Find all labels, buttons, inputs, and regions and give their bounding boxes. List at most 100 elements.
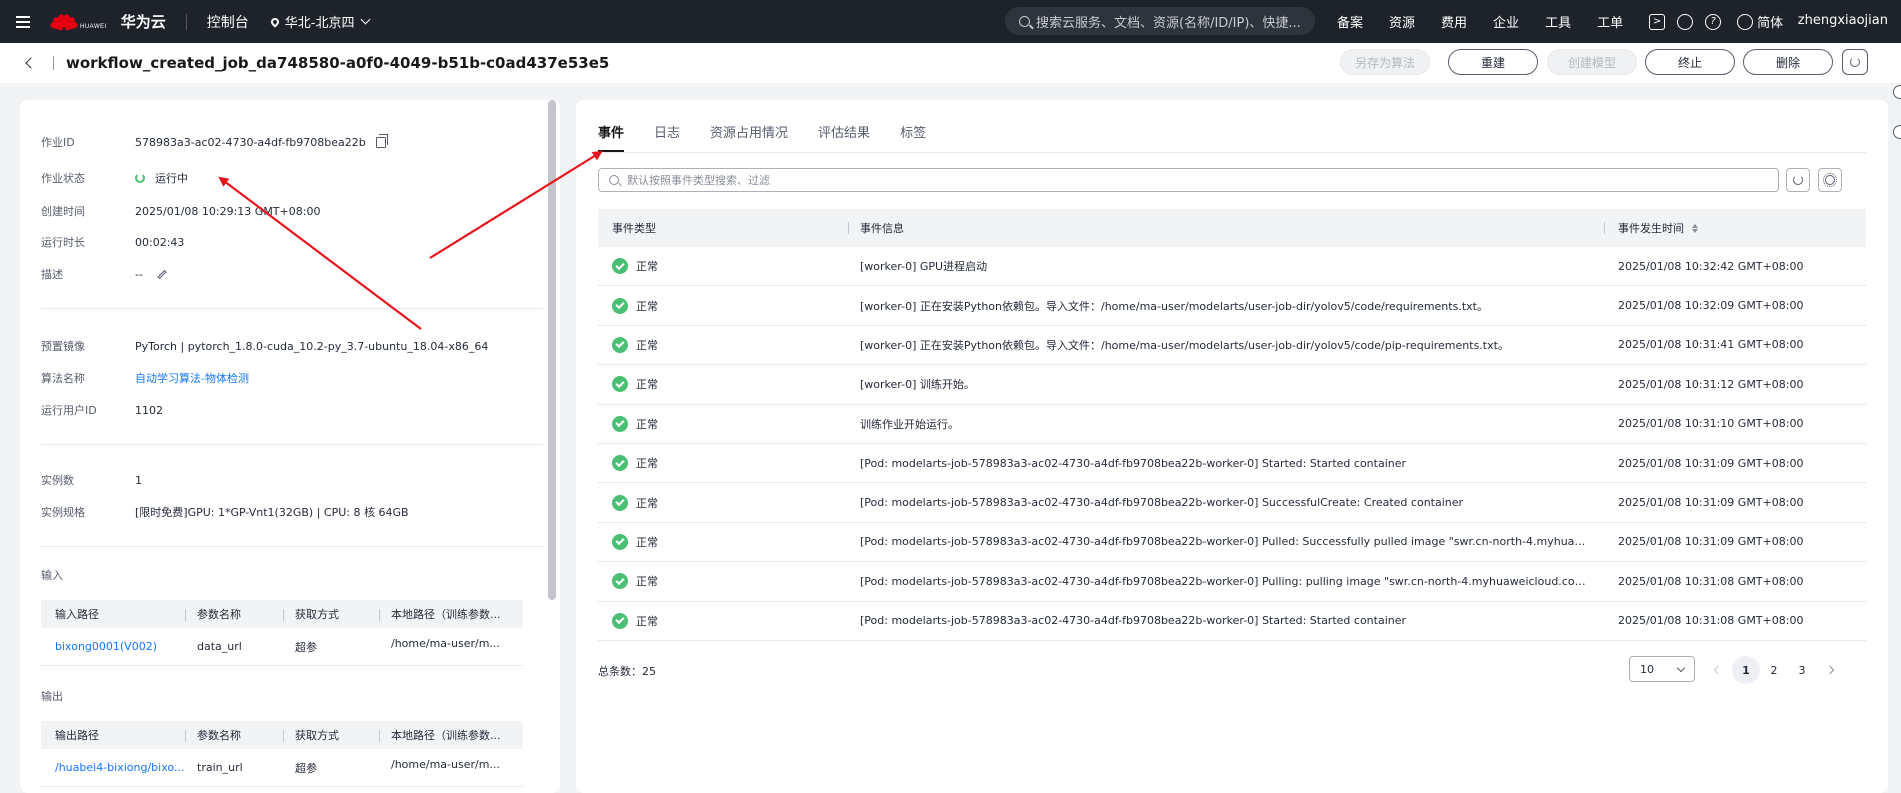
console-link[interactable]: 控制台 xyxy=(207,12,249,32)
sort-icon[interactable] xyxy=(1692,223,1698,233)
top-link-billing[interactable]: 费用 xyxy=(1441,12,1467,31)
float-feedback-icon[interactable] xyxy=(1893,125,1901,139)
delete-button[interactable]: 删除 xyxy=(1743,49,1833,75)
algorithm-link[interactable]: 自动学习算法-物体检测 xyxy=(135,370,249,386)
table-row: 正常 [worker-0] 正在安装Python依赖包。导入文件：/home/ma… xyxy=(598,286,1866,326)
event-type-label: 正常 xyxy=(636,575,658,589)
event-info-cell: [Pod: modelarts-job-578983a3-ac02-4730-a… xyxy=(860,496,1464,510)
table-cell: /home/ma-user/m... xyxy=(391,758,500,771)
event-type-label: 正常 xyxy=(636,535,658,549)
column-header: 本地路径（训练参数... xyxy=(379,727,523,743)
tab-underline xyxy=(598,152,1866,153)
global-search-input[interactable]: 搜索云服务、文档、资源(名称/ID/IP)、快捷... xyxy=(1005,7,1315,35)
refresh-icon xyxy=(1793,175,1803,185)
success-check-icon xyxy=(612,415,628,432)
tab-tags[interactable]: 标签 xyxy=(900,122,926,150)
event-type-cell: 正常 xyxy=(598,612,848,629)
search-icon xyxy=(609,175,619,185)
output-section-title: 输出 xyxy=(41,690,63,703)
event-info-cell: [worker-0] 训练开始。 xyxy=(860,378,975,392)
gear-icon xyxy=(1823,173,1837,187)
details-scrollbar[interactable] xyxy=(548,100,556,600)
next-page-button[interactable] xyxy=(1816,656,1844,684)
spec-value: [限时免费]GPU: 1*GP-Vnt1(32GB) | CPU: 8 核 64… xyxy=(135,506,409,519)
tab-evaluation[interactable]: 评估结果 xyxy=(818,122,870,150)
job-status-label: 作业状态 xyxy=(41,172,85,185)
event-info-cell: [Pod: modelarts-job-578983a3-ac02-4730-a… xyxy=(860,535,1604,549)
user-id-row: 运行用户ID 1102 xyxy=(41,402,163,418)
description-label: 描述 xyxy=(41,268,63,281)
rebuild-button[interactable]: 重建 xyxy=(1448,49,1538,75)
output-path-link[interactable]: /huabei4-bixiong/bixo... xyxy=(41,761,185,774)
float-help-icon[interactable] xyxy=(1893,85,1901,99)
edit-icon[interactable] xyxy=(157,269,167,279)
tab-events[interactable]: 事件 xyxy=(598,122,625,152)
section-divider xyxy=(41,308,543,309)
save-as-algorithm-button[interactable]: 另存为算法 xyxy=(1340,49,1430,75)
event-rows: 正常 [worker-0] GPU进程启动 2025/01/08 10:32:42 … xyxy=(598,247,1866,641)
top-link-enterprise[interactable]: 企业 xyxy=(1493,12,1519,31)
event-type-cell: 正常 xyxy=(598,573,848,590)
page-button-2[interactable]: 2 xyxy=(1760,656,1788,684)
stop-button[interactable]: 终止 xyxy=(1645,49,1735,75)
huawei-logo[interactable]: HUAWEI 华为云 xyxy=(49,11,166,32)
table-cell: train_url xyxy=(197,761,243,774)
success-check-icon xyxy=(612,376,628,393)
table-header: 输出路径 参数名称 获取方式 本地路径（训练参数... xyxy=(41,721,523,749)
event-type-label: 正常 xyxy=(636,299,658,313)
event-search-input[interactable]: 默认按照事件类型搜索、过滤 xyxy=(598,168,1779,192)
brand-small-text: HUAWEI xyxy=(80,23,107,30)
top-link-tools[interactable]: 工具 xyxy=(1545,12,1571,31)
copy-icon[interactable] xyxy=(375,133,388,148)
back-arrow-icon[interactable] xyxy=(25,57,37,69)
events-refresh-button[interactable] xyxy=(1786,168,1810,192)
top-nav: HUAWEI 华为云 控制台 华北-北京四 搜索云服务、文档、资源(名称/ID/… xyxy=(0,0,1901,43)
chevron-right-icon xyxy=(1825,665,1835,675)
success-check-icon xyxy=(612,258,628,275)
page-button-3[interactable]: 3 xyxy=(1788,656,1816,684)
column-header: 获取方式 xyxy=(283,727,379,743)
region-selector[interactable]: 华北-北京四 xyxy=(269,12,370,31)
help-icon[interactable]: ? xyxy=(1705,13,1722,30)
table-row: 正常 训练作业开始运行。 2025/01/08 10:31:10 GMT+08:00 xyxy=(598,405,1866,444)
description-value: -- xyxy=(135,267,143,281)
job-id-label: 作业ID xyxy=(41,136,75,149)
table-settings-button[interactable] xyxy=(1818,168,1842,192)
event-time-cell: 2025/01/08 10:31:09 GMT+08:00 xyxy=(1618,535,1804,549)
column-header-time[interactable]: 事件发生时间 xyxy=(1604,220,1866,236)
success-check-icon xyxy=(612,573,628,590)
job-status-value: 运行中 xyxy=(155,172,188,185)
table-cell: 超参 xyxy=(295,640,317,654)
username-menu[interactable]: zhengxiaojian xyxy=(1798,13,1888,28)
event-search-placeholder: 默认按照事件类型搜索、过滤 xyxy=(627,174,770,187)
prev-page-button[interactable] xyxy=(1704,656,1732,684)
page-size-select[interactable]: 10 xyxy=(1629,656,1695,682)
menu-icon[interactable] xyxy=(0,0,46,43)
input-path-link[interactable]: bixong0001(V002) xyxy=(41,640,185,653)
top-link-filing[interactable]: 备案 xyxy=(1337,12,1363,31)
header-refresh-button[interactable] xyxy=(1842,49,1868,75)
job-details-panel: 作业ID 578983a3-ac02-4730-a4df-fb9708bea22… xyxy=(20,100,560,793)
tab-logs[interactable]: 日志 xyxy=(654,122,680,150)
cloud-shell-icon[interactable]: > xyxy=(1649,13,1666,30)
duration-row: 运行时长 00:02:43 xyxy=(41,234,184,250)
success-check-icon xyxy=(612,533,628,550)
event-type-label: 正常 xyxy=(636,338,658,352)
global-search-placeholder: 搜索云服务、文档、资源(名称/ID/IP)、快捷... xyxy=(1036,15,1301,31)
create-model-button[interactable]: 创建模型 xyxy=(1547,49,1637,75)
event-type-label: 正常 xyxy=(636,417,658,431)
user-id-label: 运行用户ID xyxy=(41,404,97,417)
success-check-icon xyxy=(612,297,628,314)
image-row: 预置镜像 PyTorch | pytorch_1.8.0-cuda_10.2-p… xyxy=(41,338,488,354)
column-header: 输入路径 xyxy=(55,608,99,621)
job-id-row: 作业ID 578983a3-ac02-4730-a4df-fb9708bea22… xyxy=(41,133,388,150)
table-cell: /home/ma-user/m... xyxy=(391,637,500,650)
tab-resource-usage[interactable]: 资源占用情况 xyxy=(710,122,788,150)
top-link-tickets[interactable]: 工单 xyxy=(1597,12,1623,31)
page-button-1[interactable]: 1 xyxy=(1732,656,1760,684)
bell-icon[interactable] xyxy=(1677,13,1694,30)
event-time-cell: 2025/01/08 10:31:41 GMT+08:00 xyxy=(1618,338,1804,352)
side-float-buttons xyxy=(1893,85,1901,165)
image-label: 预置镜像 xyxy=(41,340,85,353)
top-link-resources[interactable]: 资源 xyxy=(1389,12,1415,31)
